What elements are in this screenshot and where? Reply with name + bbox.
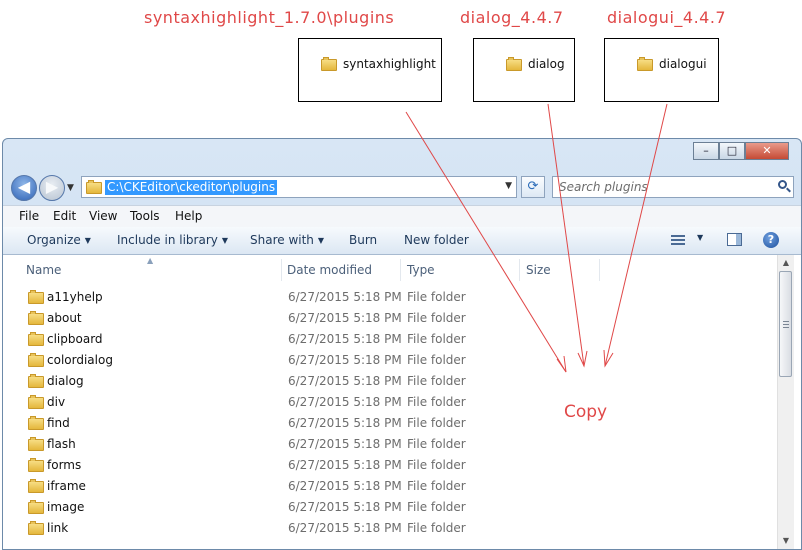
arrow-dialogui bbox=[604, 103, 668, 367]
arrow-syntaxhighlight bbox=[405, 111, 567, 373]
copy-arrows bbox=[405, 103, 668, 373]
arrow-dialog bbox=[547, 103, 585, 367]
